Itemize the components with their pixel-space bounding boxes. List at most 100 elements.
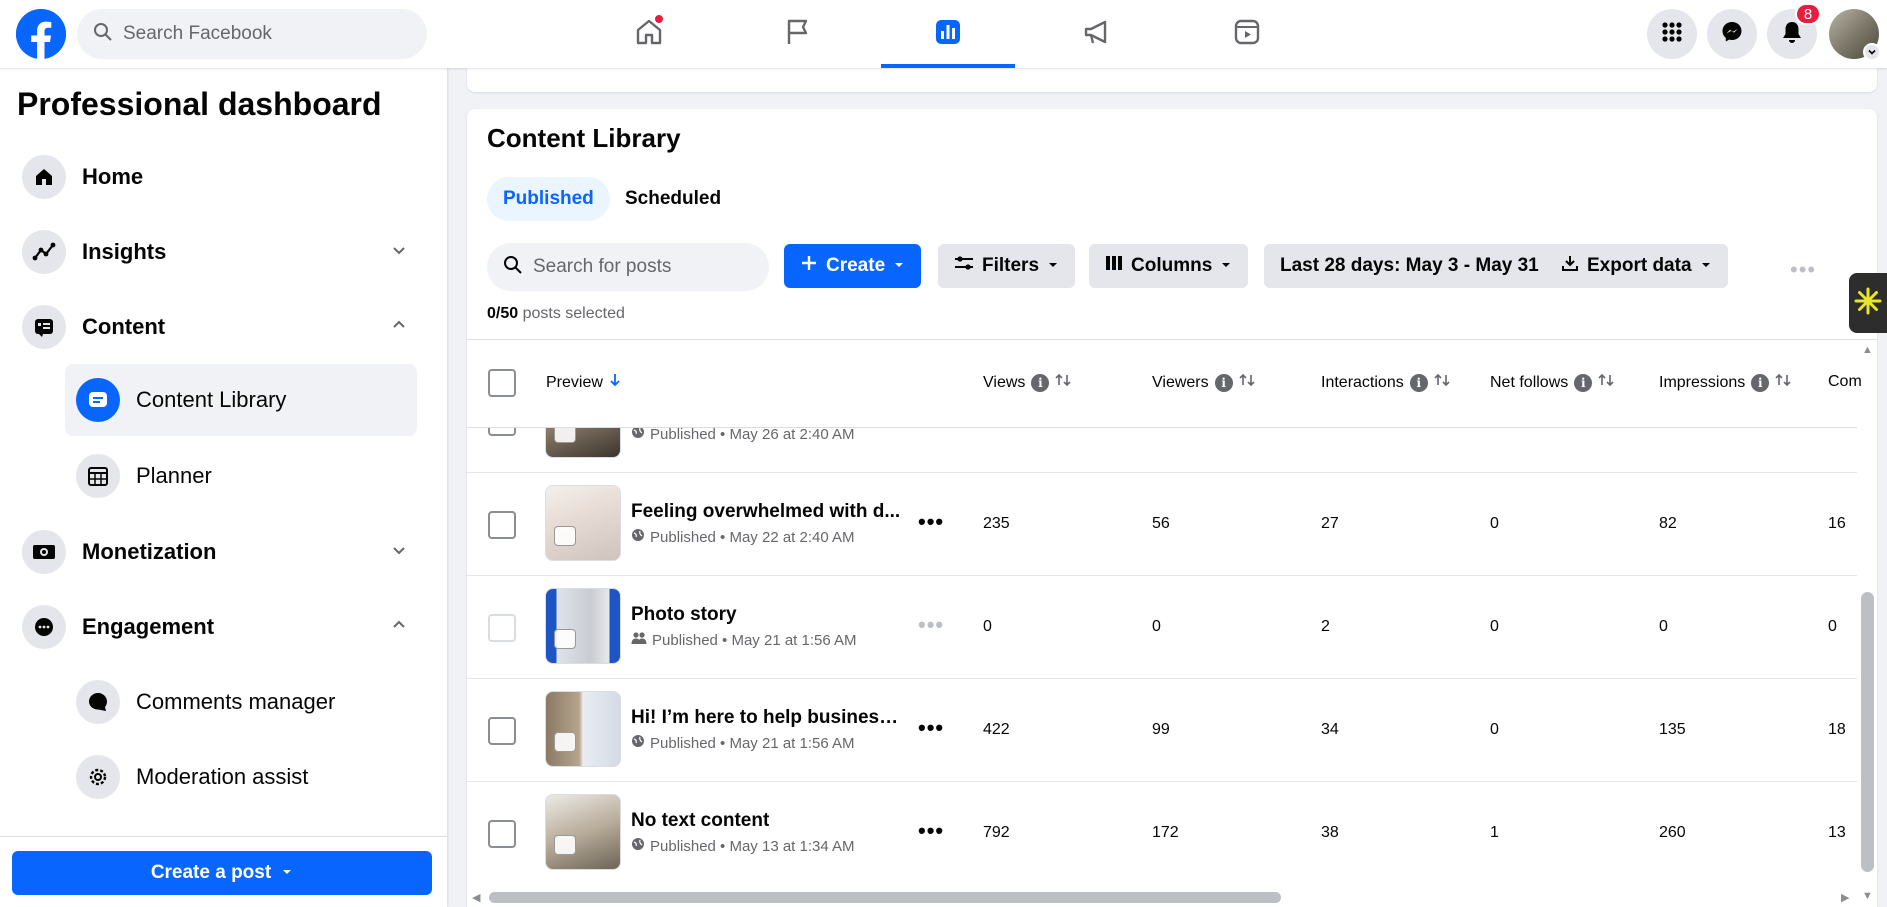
sidebar-item-monetization[interactable]: Monetization [11,516,431,588]
row-more-options-icon[interactable]: ••• [918,612,944,638]
cell-views: 792 [983,824,1010,841]
sidebar-item-content-library[interactable]: Content Library [65,364,417,436]
sidebar-item-content[interactable]: Content [11,291,431,363]
cell-net-follows: 0 [1490,721,1499,738]
cell-comments: 16 [1828,515,1846,532]
column-header-preview[interactable]: Preview [546,373,621,392]
calendar-icon [76,454,120,498]
profile-avatar[interactable] [1829,9,1881,61]
sidebar-item-label: Home [82,164,144,189]
sidebar-item-home[interactable]: Home [11,141,431,213]
sidebar-item-moderation-assist[interactable]: Moderation assist [65,741,417,813]
sparkle-icon [1853,286,1883,321]
column-header-views[interactable]: Views i [983,373,1071,392]
info-icon[interactable]: i [1751,373,1770,392]
date-range-label: Last 28 days: May 3 - May 31 [1280,255,1539,276]
cell-impressions: 260 [1659,824,1686,841]
photo-icon [554,732,576,752]
date-range-button[interactable]: Last 28 days: May 3 - May 31 [1264,244,1575,288]
cell-interactions: 27 [1321,515,1339,532]
sidebar-item-insights[interactable]: Insights [11,216,431,288]
sidebar-item-planner[interactable]: Planner [65,440,417,512]
scroll-up-arrow-icon[interactable]: ▲ [1862,344,1873,356]
cell-viewers: 56 [1152,515,1170,532]
post-title[interactable]: No text content [631,810,769,832]
cell-interactions: 38 [1321,824,1339,841]
row-checkbox[interactable] [488,614,516,642]
notifications-button[interactable]: 8 [1767,3,1821,59]
messenger-button[interactable] [1707,9,1757,59]
tab-published[interactable]: Published [487,177,610,221]
menu-button[interactable] [1647,9,1697,59]
column-header-net-follows[interactable]: Net follows i [1490,373,1614,392]
column-header-comments[interactable]: Com [1828,373,1862,391]
column-header-impressions[interactable]: Impressions i [1659,373,1791,392]
post-thumbnail[interactable] [545,428,621,458]
table-row[interactable]: Feeling overwhelmed with d... Published … [467,473,1857,576]
messenger-icon [1720,20,1744,49]
caret-down-icon [281,862,293,884]
scroll-right-arrow-icon[interactable]: ▶ [1841,891,1849,904]
nav-ads-tab[interactable] [1030,0,1164,68]
vertical-scrollbar[interactable]: ▲ ▼ [1858,340,1877,907]
nav-pages-tab[interactable] [731,0,865,68]
create-post-button[interactable]: Create a post [12,851,432,895]
table-row[interactable]: No text content Published • May 13 at 1:… [467,782,1857,878]
info-icon[interactable]: i [1031,373,1050,392]
row-checkbox[interactable] [488,717,516,745]
new-activity-dot [654,14,664,24]
post-status-text: Published • May 22 at 2:40 AM [650,528,855,546]
info-icon[interactable]: i [1409,373,1428,392]
post-title[interactable]: Feeling overwhelmed with d... [631,501,900,523]
column-header-viewers[interactable]: Viewers i [1152,373,1255,392]
facebook-search[interactable] [77,9,427,59]
table-row[interactable]: Hi! I’m here to help business... Publish… [467,679,1857,782]
post-thumbnail[interactable] [545,691,621,767]
post-search[interactable] [487,243,769,291]
cell-impressions: 82 [1659,515,1677,532]
export-data-button[interactable]: Export data [1545,244,1728,288]
info-icon[interactable]: i [1214,373,1233,392]
horizontal-scrollbar-thumb[interactable] [489,892,1281,903]
post-thumbnail[interactable] [545,485,621,561]
post-thumbnail[interactable] [545,588,621,664]
nav-reels-tab[interactable] [1180,0,1314,68]
table-row[interactable]: Photo story Published • May 21 at 1:56 A… [467,576,1857,679]
chat-icon [22,605,66,649]
selected-count-value: 0/50 [487,305,519,322]
assistant-widget-button[interactable] [1849,273,1887,333]
tab-scheduled[interactable]: Scheduled [609,177,737,221]
filters-button[interactable]: Filters [938,244,1076,288]
sort-down-arrow-icon [609,373,621,392]
post-search-input[interactable] [533,256,753,278]
nav-dashboard-tab[interactable] [881,0,1015,68]
cell-views: 235 [983,515,1010,532]
row-more-options-icon[interactable]: ••• [918,509,944,535]
facebook-logo-icon[interactable] [16,9,66,59]
scroll-down-arrow-icon[interactable]: ▼ [1862,890,1873,902]
table-row[interactable]: Published • May 26 at 2:40 AM ••• 192 69… [467,428,1857,473]
row-more-options-icon[interactable]: ••• [918,428,944,432]
more-options-icon[interactable]: ••• [1790,257,1816,283]
create-button[interactable]: Create [784,244,922,288]
sidebar-item-comments-manager[interactable]: Comments manager [65,666,417,738]
nav-home-tab[interactable] [582,0,716,68]
megaphone-icon [1081,16,1113,53]
facebook-search-input[interactable] [123,23,403,45]
row-more-options-icon[interactable]: ••• [918,715,944,741]
row-more-options-icon[interactable]: ••• [918,818,944,844]
post-title[interactable]: Photo story [631,604,737,626]
column-header-interactions[interactable]: Interactions i [1321,373,1450,392]
row-checkbox[interactable] [488,511,516,539]
info-icon[interactable]: i [1574,373,1593,392]
row-checkbox[interactable] [488,820,516,848]
scroll-left-arrow-icon[interactable]: ◀ [472,891,480,904]
select-all-checkbox[interactable] [488,369,516,397]
sidebar-item-engagement[interactable]: Engagement [11,591,431,663]
vertical-scrollbar-thumb[interactable] [1861,592,1874,872]
post-title[interactable]: Hi! I’m here to help business... [631,707,901,729]
horizontal-scrollbar[interactable]: ◀ ▶ [467,888,1857,907]
post-thumbnail[interactable] [545,794,621,870]
columns-button[interactable]: Columns [1089,244,1249,288]
row-checkbox[interactable] [488,428,516,436]
